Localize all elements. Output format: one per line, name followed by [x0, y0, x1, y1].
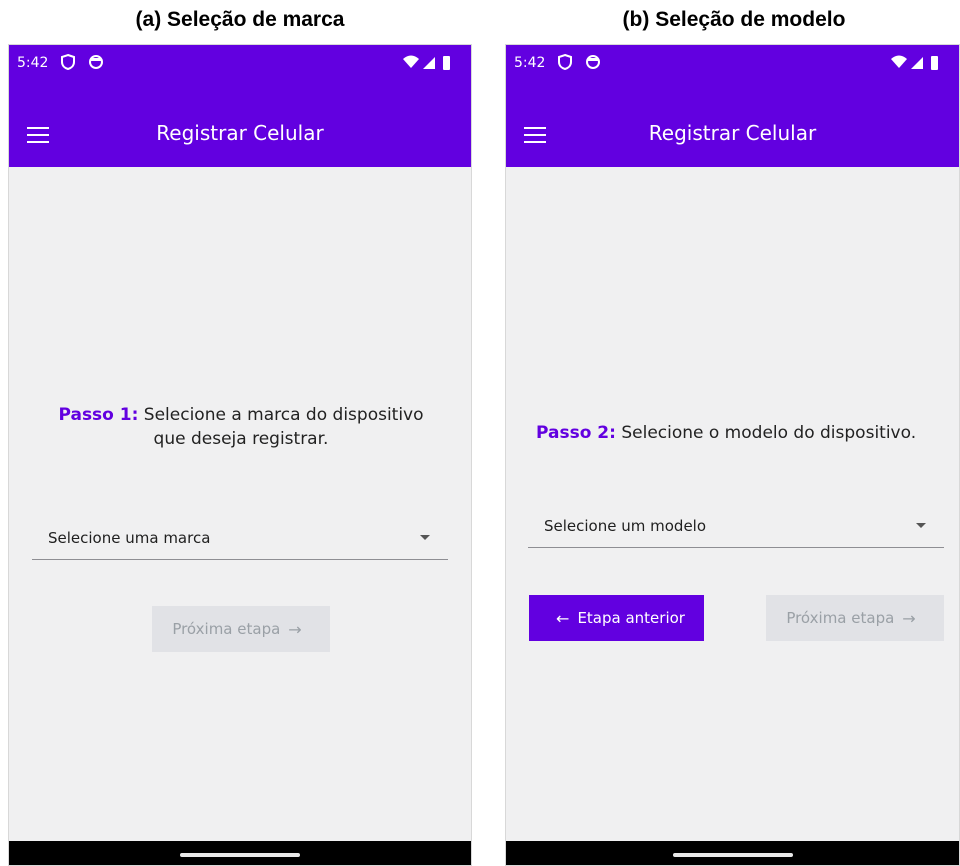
- step-label: Passo 2:: [536, 423, 616, 443]
- step-text-line2: que deseja registrar.: [153, 429, 329, 449]
- step-label: Passo 1:: [58, 405, 139, 425]
- model-select[interactable]: Selecione um modelo: [528, 505, 944, 548]
- battery-icon: [443, 56, 450, 70]
- wifi-icon: [403, 55, 419, 68]
- caption-brand-selection: (a) Seleção de marca: [135, 8, 345, 31]
- status-bar: 5:42: [9, 45, 471, 85]
- app-title: Registrar Celular: [156, 121, 324, 145]
- step-text: Selecione a marca do dispositivo: [138, 405, 424, 425]
- home-gesture-handle[interactable]: [672, 853, 793, 857]
- signal-icon: [423, 57, 435, 69]
- connectivity-icons: [891, 55, 938, 70]
- brand-select-value: Selecione uma marca: [48, 529, 211, 547]
- circle-icon: [89, 55, 103, 69]
- brand-select[interactable]: Selecione uma marca: [32, 517, 448, 560]
- app-bar: Registrar Celular: [506, 85, 959, 167]
- step-text: Selecione o modelo do dispositivo.: [615, 423, 917, 443]
- shield-icon: [61, 53, 75, 71]
- dropdown-arrow-icon: [916, 523, 926, 528]
- navigation-bar: [506, 841, 959, 865]
- next-step-label: Próxima etapa: [172, 620, 281, 638]
- next-step-label: Próxima etapa: [786, 609, 895, 627]
- next-step-button[interactable]: Próxima etapa →: [152, 606, 330, 652]
- app-title: Registrar Celular: [648, 121, 817, 145]
- phone-screen-brand: 5:42 Registrar Celular Passo 1: Selecion…: [8, 44, 472, 866]
- status-time: 5:42: [17, 55, 49, 71]
- wifi-icon: [891, 55, 907, 68]
- model-select-value: Selecione um modelo: [544, 517, 707, 535]
- caption-model-selection: (b) Seleção de modelo: [622, 8, 846, 31]
- arrow-left-icon: ←: [556, 608, 570, 628]
- signal-icon: [911, 57, 923, 69]
- phone-screen-model: 5:42 Registrar Celular Passo 2: Selecion…: [505, 44, 960, 866]
- battery-icon: [931, 56, 938, 70]
- previous-step-button[interactable]: ← Etapa anterior: [529, 595, 704, 641]
- shield-icon: [558, 53, 572, 71]
- home-gesture-handle[interactable]: [180, 853, 300, 857]
- connectivity-icons: [403, 55, 450, 70]
- step-instruction: Passo 1: Selecione a marca do dispositiv…: [9, 403, 471, 451]
- status-time: 5:42: [514, 55, 546, 71]
- status-bar: 5:42: [506, 45, 959, 85]
- arrow-right-icon: →: [288, 619, 302, 639]
- previous-step-label: Etapa anterior: [577, 609, 685, 627]
- circle-icon: [586, 55, 600, 69]
- app-bar: Registrar Celular: [9, 85, 471, 167]
- step-instruction: Passo 2: Selecione o modelo do dispositi…: [536, 421, 959, 445]
- dropdown-arrow-icon: [420, 535, 430, 540]
- next-step-button[interactable]: Próxima etapa →: [766, 595, 944, 641]
- navigation-bar: [9, 841, 471, 865]
- arrow-right-icon: →: [902, 608, 916, 628]
